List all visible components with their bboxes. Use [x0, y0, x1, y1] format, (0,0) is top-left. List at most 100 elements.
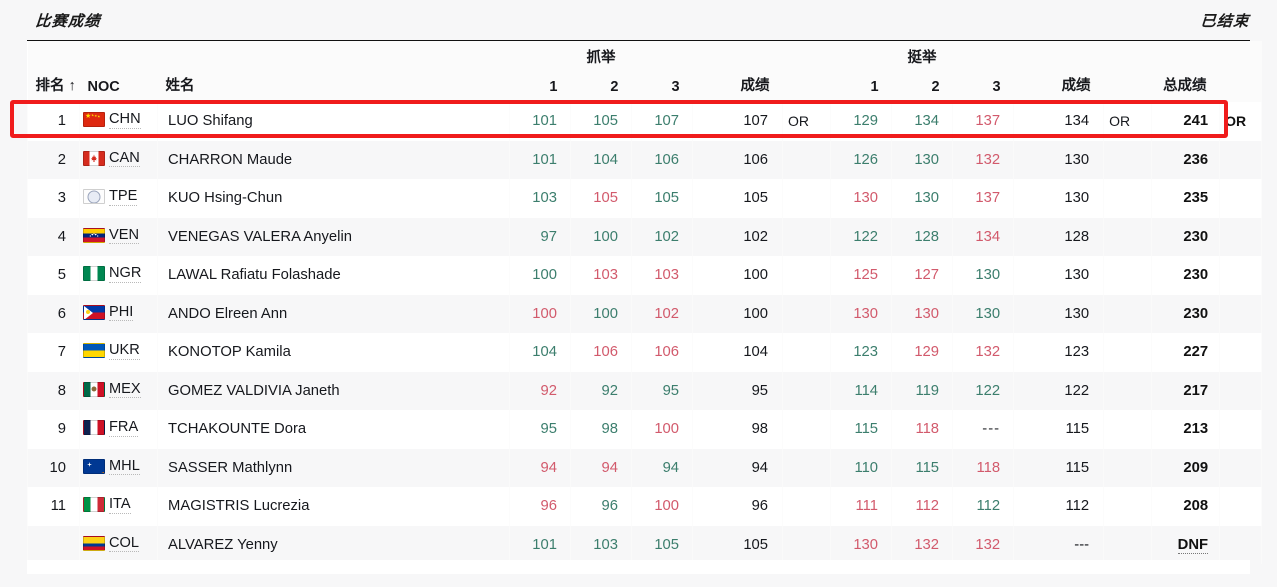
col-header-snatch-1: 1	[509, 67, 571, 102]
cell-athlete-name[interactable]: LUO Shifang	[157, 102, 510, 141]
cell-snatch-attempt-3: 95	[630, 371, 694, 410]
cell-snatch-attempt-2: 105	[570, 102, 632, 141]
cell-snatch-result: 98	[692, 410, 784, 449]
cell-cleanjerk-result: 115	[1013, 448, 1105, 487]
page-header: 比赛成绩 已结束	[0, 0, 1277, 40]
cell-snatch-attempt-1: 95	[509, 410, 571, 449]
cell-cleanjerk-attempt-2: 128	[891, 217, 954, 256]
table-row[interactable]: 8 MEX GOMEZ VALDIVIA Janeth 92 92 95 95 114 119 1…	[27, 371, 1263, 410]
flag-mh-icon	[83, 458, 105, 474]
cell-total-record	[1219, 256, 1263, 295]
noc-code[interactable]: UKR	[109, 342, 140, 360]
table-row[interactable]: 1CHNLUO Shifang101105107107OR12913413713…	[27, 102, 1263, 141]
noc-code[interactable]: COL	[109, 535, 140, 553]
noc-code[interactable]: FRA	[109, 419, 139, 437]
cell-snatch-record	[782, 179, 832, 218]
cell-athlete-name[interactable]: ANDO Elreen Ann	[157, 294, 510, 333]
cell-snatch-attempt-2: 100	[570, 294, 632, 333]
flag-ph-icon	[83, 304, 105, 320]
table-row[interactable]: 2 CAN CHARRON Maude 101 104 106 106 126 130 132 13…	[27, 140, 1263, 179]
cell-athlete-name[interactable]: CHARRON Maude	[157, 140, 510, 179]
col-header-rank[interactable]: 排名 ↑	[27, 67, 80, 102]
noc-code[interactable]: TPE	[109, 188, 138, 206]
table-row[interactable]: 11 ITA MAGISTRIS Lucrezia 96 96 100 96 111 112 11…	[27, 487, 1263, 526]
spacer-cell	[27, 41, 510, 67]
cell-snatch-attempt-3: 102	[630, 294, 694, 333]
noc-code[interactable]: PHI	[109, 304, 134, 322]
cell-cleanjerk-attempt-3: 118	[952, 448, 1015, 487]
cell-total: 230	[1151, 217, 1221, 256]
col-header-name[interactable]: 姓名	[157, 67, 510, 102]
col-header-noc[interactable]: NOC	[79, 67, 158, 102]
cell-snatch-attempt-1: 100	[509, 256, 571, 295]
cell-total-record	[1219, 525, 1263, 564]
cell-snatch-attempt-1: 101	[509, 525, 571, 564]
status-badge: 已结束	[1199, 11, 1251, 30]
table-row[interactable]: COL ALVAREZ Yenny 101 103 105 105 130 132 132 ---…	[27, 525, 1263, 564]
cell-cleanjerk-attempt-3: 130	[952, 256, 1015, 295]
cell-cleanjerk-result: 130	[1013, 179, 1105, 218]
cell-cleanjerk-result: 112	[1013, 487, 1105, 526]
table-row[interactable]: 6 PHI ANDO Elreen Ann 100 100 102 100 130 130 130…	[27, 294, 1263, 333]
cell-snatch-attempt-1: 96	[509, 487, 571, 526]
results-table-wrap: 抓举 挺举 排名 ↑ NOC 姓名 1 2 3 成绩 1 2 3 成绩 总成绩 …	[27, 40, 1263, 564]
cell-athlete-name[interactable]: VENEGAS VALERA Anyelin	[157, 217, 510, 256]
cell-snatch-record: OR	[782, 102, 832, 141]
cell-athlete-name[interactable]: TCHAKOUNTE Dora	[157, 410, 510, 449]
cell-athlete-name[interactable]: KONOTOP Kamila	[157, 333, 510, 372]
col-header-total: 总成绩	[1151, 67, 1220, 102]
cell-snatch-record	[782, 294, 832, 333]
noc-code[interactable]: VEN	[109, 227, 140, 245]
cell-rank: 2	[27, 140, 80, 179]
cell-athlete-name[interactable]: ALVAREZ Yenny	[157, 525, 510, 564]
cell-total-record	[1219, 448, 1263, 487]
cell-cleanjerk-record	[1103, 371, 1153, 410]
results-table: 抓举 挺举 排名 ↑ NOC 姓名 1 2 3 成绩 1 2 3 成绩 总成绩 …	[27, 41, 1263, 564]
noc-code[interactable]: ITA	[109, 496, 131, 514]
cell-rank: 10	[27, 448, 80, 487]
total-abbreviation: DNF	[1177, 536, 1209, 554]
cell-cleanjerk-attempt-2: 134	[891, 102, 954, 141]
cell-cleanjerk-attempt-3: 137	[952, 179, 1015, 218]
cell-cleanjerk-attempt-1: 111	[830, 487, 893, 526]
cell-athlete-name[interactable]: SASSER Mathlynn	[157, 448, 510, 487]
noc-code[interactable]: MHL	[109, 458, 140, 476]
col-header-cj-3: 3	[952, 67, 1014, 102]
cell-snatch-attempt-3: 105	[630, 525, 694, 564]
flag-ve-icon	[83, 227, 105, 243]
table-row[interactable]: 9 FRA TCHAKOUNTE Dora 95 98 100 98 115 118 --- 115…	[27, 410, 1263, 449]
cell-noc: MHL	[79, 448, 158, 487]
cell-total-record	[1219, 140, 1263, 179]
cell-snatch-record	[782, 371, 832, 410]
noc-code[interactable]: MEX	[109, 381, 141, 399]
cell-noc: VEN	[79, 217, 158, 256]
cell-total: 213	[1151, 410, 1221, 449]
cell-cleanjerk-attempt-3: 122	[952, 371, 1015, 410]
cell-snatch-attempt-2: 103	[570, 256, 632, 295]
cell-snatch-record	[782, 140, 832, 179]
cell-athlete-name[interactable]: KUO Hsing-Chun	[157, 179, 510, 218]
table-head: 抓举 挺举 排名 ↑ NOC 姓名 1 2 3 成绩 1 2 3 成绩 总成绩	[27, 41, 1262, 102]
cell-athlete-name[interactable]: GOMEZ VALDIVIA Janeth	[157, 371, 510, 410]
table-row[interactable]: 5 NGR LAWAL Rafiatu Folashade 100 103 103 100 1…	[27, 256, 1263, 295]
noc-code[interactable]: NGR	[109, 265, 142, 283]
noc-code[interactable]: CHN	[109, 111, 141, 129]
cell-athlete-name[interactable]: LAWAL Rafiatu Folashade	[157, 256, 510, 295]
cell-total: DNF	[1151, 525, 1221, 564]
cell-cleanjerk-attempt-2: 118	[891, 410, 954, 449]
cell-snatch-attempt-3: 107	[630, 102, 694, 141]
table-body: 1CHNLUO Shifang101105107107OR12913413713…	[27, 102, 1263, 564]
table-row[interactable]: 4 VEN VENEGAS VALERA Anyelin 97 100 102 102 122…	[27, 217, 1263, 256]
noc-code[interactable]: CAN	[109, 150, 140, 168]
cell-cleanjerk-attempt-1: 122	[830, 217, 893, 256]
cell-noc: ITA	[79, 487, 158, 526]
table-row[interactable]: 3 TPE KUO Hsing-Chun 103 105 105 105 130 130 137 1…	[27, 179, 1263, 218]
cell-snatch-attempt-2: 96	[570, 487, 632, 526]
cell-cleanjerk-attempt-2: 130	[891, 179, 954, 218]
cell-snatch-record	[782, 410, 832, 449]
cell-cleanjerk-attempt-3: 112	[952, 487, 1015, 526]
table-row[interactable]: 7 UKR KONOTOP Kamila 104 106 106 104 123 129 132 1…	[27, 333, 1263, 372]
cell-cleanjerk-record	[1103, 217, 1153, 256]
cell-athlete-name[interactable]: MAGISTRIS Lucrezia	[157, 487, 510, 526]
table-row[interactable]: 10 MHL SASSER Mathlynn 94 94 94 94 110 115 118 115…	[27, 448, 1263, 487]
